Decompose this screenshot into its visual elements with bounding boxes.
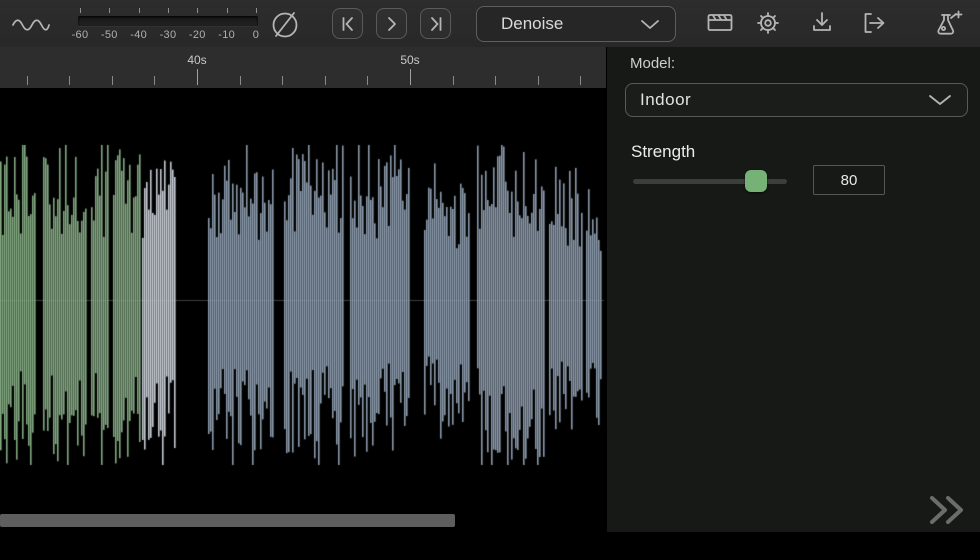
meter-tick-label: -10 [218,29,235,41]
meter-tick-label: -30 [160,29,177,41]
meter-tick [256,8,257,13]
effect-settings-panel: Model: Indoor Strength 80 [607,47,980,532]
gear-icon [753,9,783,37]
strength-value: 80 [841,172,858,189]
flask-plus-icon [931,9,967,39]
strength-value-field[interactable]: 80 [813,165,885,195]
toolbar: -60 -50 -40 -30 -20 -10 0 [0,0,980,47]
ruler-tick [453,76,454,85]
meter-tick [139,8,140,13]
ruler-tick [197,69,198,85]
level-meter-labels: -60-50-40-30-20-100 [78,29,260,42]
strength-label: Strength [631,142,695,162]
level-meter: -60-50-40-30-20-100 [78,5,260,43]
download-button[interactable] [808,9,836,37]
phase-cancel-icon [267,6,303,42]
chevron-down-icon [927,93,953,107]
ruler-tick [367,76,368,85]
ruler-tick [325,76,326,85]
meter-tick-label: -40 [130,29,147,41]
chevron-down-icon [639,18,661,30]
model-selector-dropdown[interactable]: Indoor [625,83,968,117]
effect-selector-value: Denoise [501,14,639,34]
clip-view-button[interactable] [705,9,735,37]
skip-to-start-icon [339,16,357,32]
model-label: Model: [630,55,675,72]
add-experiment-button[interactable] [931,9,967,39]
meter-tick [80,8,81,13]
download-icon [808,9,836,37]
export-button[interactable] [860,9,890,37]
waveform-icon [12,17,50,33]
ruler-tick [240,76,241,85]
double-chevron-right-icon [926,494,968,526]
skip-to-end-button[interactable] [420,8,451,39]
ruler-tick [410,69,411,85]
ruler-tick [69,76,70,85]
level-meter-ticks [78,8,260,14]
meter-tick [227,8,228,13]
skip-to-end-icon [427,16,445,32]
ruler-tick [27,76,28,85]
ruler-time-label: 40s [187,53,206,67]
meter-tick-label: -50 [101,29,118,41]
ruler-tick [495,76,496,85]
effect-selector-dropdown[interactable]: Denoise [476,6,676,42]
ruler-tick [112,76,113,85]
horizontal-scrollbar-thumb[interactable] [0,514,455,527]
settings-button[interactable] [753,9,783,37]
skip-to-start-button[interactable] [332,8,363,39]
clapperboard-icon [705,9,735,37]
meter-tick-label: 0 [253,29,259,41]
timeline-ruler[interactable]: 30s40s50s [0,47,607,88]
level-meter-bar [78,16,258,26]
ruler-tick [580,76,581,85]
collapse-panel-button[interactable] [924,492,970,528]
meter-tick [168,8,169,13]
ruler-tick [538,76,539,85]
strength-slider-thumb[interactable] [745,170,767,192]
waveform-display-area [0,88,607,560]
strength-slider[interactable] [633,170,787,192]
model-selector-value: Indoor [640,90,927,110]
ruler-time-label: 50s [400,53,419,67]
meter-tick [197,8,198,13]
export-icon [860,9,890,37]
play-icon [383,16,401,32]
waveform-display[interactable] [0,88,607,508]
meter-tick [109,8,110,13]
meter-tick-label: -20 [189,29,206,41]
meter-tick-label: -60 [72,29,89,41]
ruler-tick [154,76,155,85]
phase-cancel-button[interactable] [267,6,303,42]
ruler-tick [282,76,283,85]
play-button[interactable] [376,8,407,39]
